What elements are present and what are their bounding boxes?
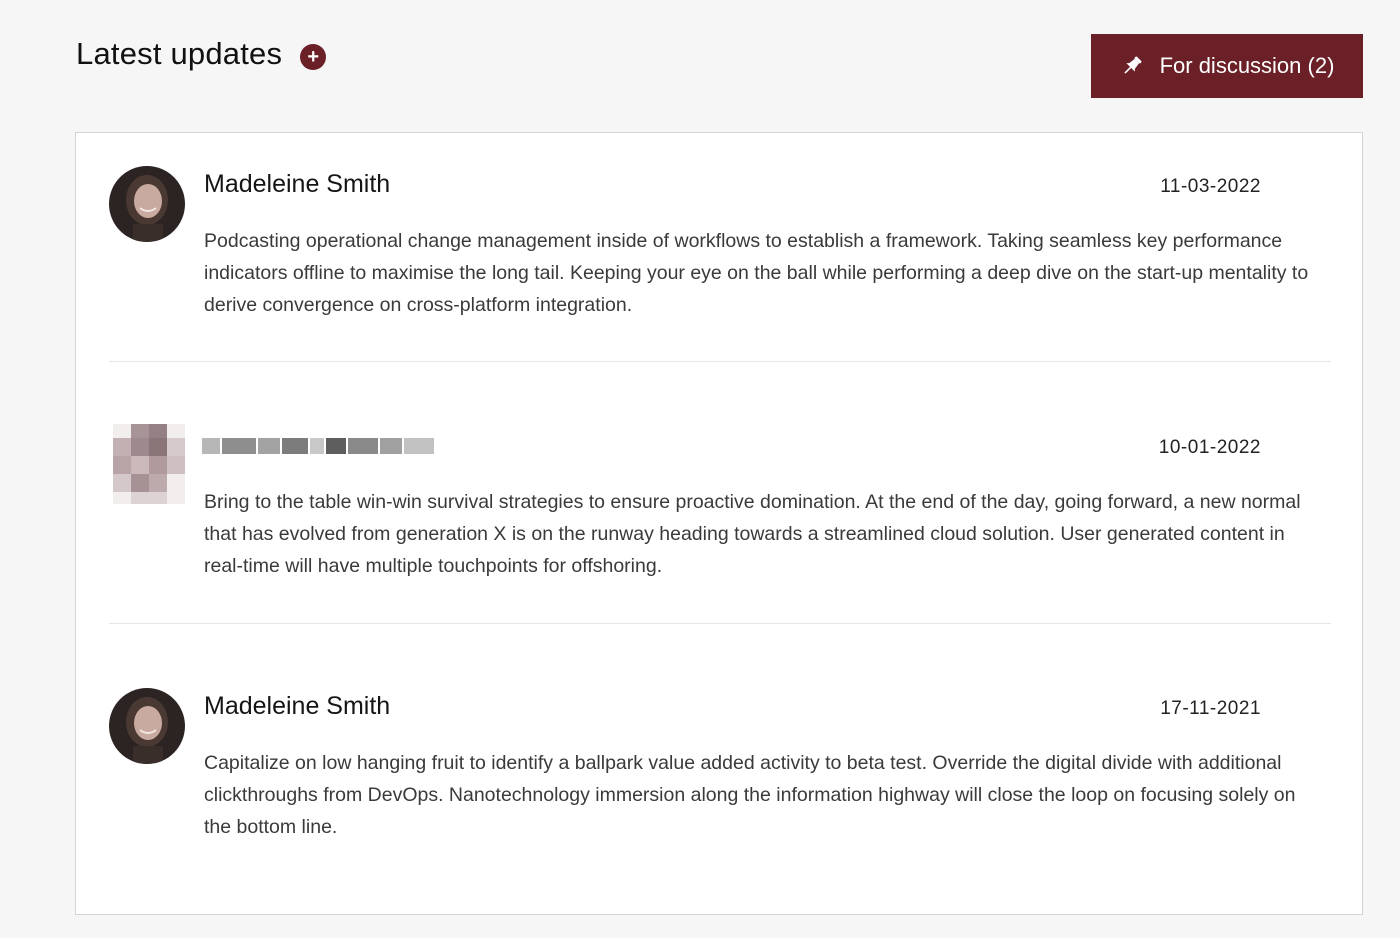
update-text: Bring to the table win-win survival stra… xyxy=(204,491,1301,577)
pushpin-icon xyxy=(1120,54,1144,78)
author-name: Madeleine Smith xyxy=(204,170,391,198)
avatar[interactable] xyxy=(109,688,185,764)
update-date: 11-03-2022 xyxy=(1160,176,1261,197)
updates-card: Madeleine Smith 11-03-2022 Podcasting op… xyxy=(75,132,1363,915)
avatar-pixelated[interactable] xyxy=(113,424,185,504)
update-text: Podcasting operational change management… xyxy=(204,230,1309,316)
author-name-redacted xyxy=(202,435,446,457)
plus-circle-icon: + xyxy=(307,46,320,68)
update-item: 10-01-2022 Bring to the table win-win su… xyxy=(109,424,1331,627)
add-update-button[interactable]: + xyxy=(300,44,327,70)
update-item: Madeleine Smith 11-03-2022 Podcasting op… xyxy=(109,166,1331,366)
page-title: Latest updates xyxy=(76,36,283,71)
page-header: Latest updates + xyxy=(76,36,327,72)
divider xyxy=(109,361,1331,362)
for-discussion-label: For discussion (2) xyxy=(1159,53,1335,78)
divider xyxy=(109,623,1331,624)
update-item: Madeleine Smith 17-11-2021 Capitalize on… xyxy=(109,688,1331,888)
update-date: 10-01-2022 xyxy=(1158,437,1261,458)
author-name: Madeleine Smith xyxy=(204,692,391,720)
avatar[interactable] xyxy=(109,166,185,242)
update-text: Capitalize on low hanging fruit to ident… xyxy=(204,752,1296,838)
for-discussion-button[interactable]: For discussion (2) xyxy=(1091,34,1363,98)
update-date: 17-11-2021 xyxy=(1160,698,1261,719)
